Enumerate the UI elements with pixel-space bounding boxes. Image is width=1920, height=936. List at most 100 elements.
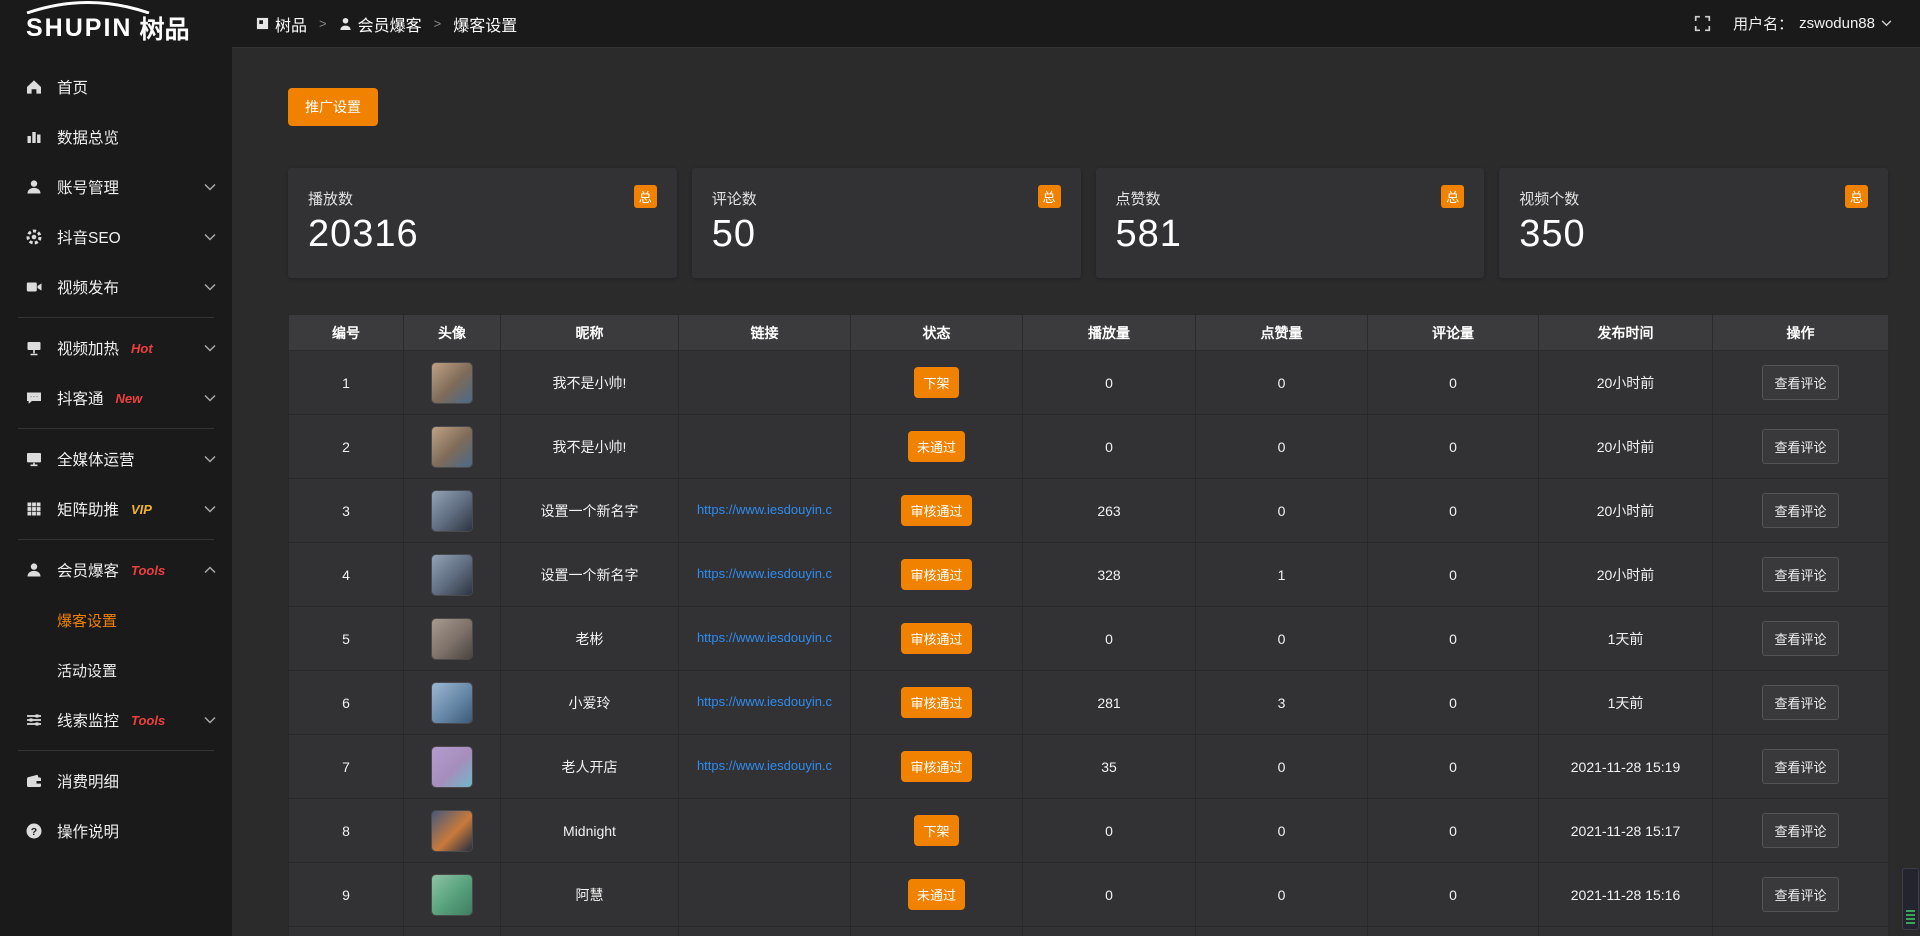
table-row: 3 设置一个新名字 https://www.iesdouyin.c 审核通过 2… (289, 479, 1889, 543)
breadcrumb-separator: > (434, 16, 442, 31)
cell-plays: 0 (1023, 863, 1196, 927)
cell-link (679, 799, 851, 863)
status-badge[interactable]: 未通过 (908, 879, 965, 910)
cell-action: 查看评论 (1713, 415, 1889, 479)
cell-time: 20小时前 (1539, 351, 1713, 415)
username: zswodun88 (1799, 15, 1875, 32)
stat-card: 评论数 总 50 (692, 168, 1081, 278)
cell-action: 查看评论 (1713, 351, 1889, 415)
video-link[interactable]: https://www.iesdouyin.c (697, 758, 832, 773)
view-comments-button[interactable]: 查看评论 (1762, 365, 1838, 400)
column-header: 评论量 (1368, 315, 1539, 351)
gear-icon (24, 227, 44, 247)
cell-id: 8 (289, 799, 404, 863)
status-badge[interactable]: 审核通过 (901, 559, 971, 590)
sidebar-item[interactable]: 数据总览 (0, 112, 232, 162)
view-comments-button[interactable]: 查看评论 (1762, 813, 1838, 848)
cell-nickname: 我不是小帅! (501, 351, 679, 415)
cell-likes: 3 (1196, 671, 1368, 735)
chevron-down-icon (204, 344, 216, 352)
cell-likes: 1 (1196, 543, 1368, 607)
sidebar-item[interactable]: 首页 (0, 62, 232, 112)
breadcrumb-item[interactable]: 树品 (256, 12, 307, 36)
cell-plays: 263 (1023, 479, 1196, 543)
sidebar-divider (18, 317, 214, 318)
apps-icon (256, 17, 269, 30)
cell-nickname: 小爱玲 (501, 671, 679, 735)
view-comments-button[interactable]: 查看评论 (1762, 877, 1838, 912)
cell-comments: 0 (1368, 799, 1539, 863)
sidebar-item[interactable]: 账号管理 (0, 162, 232, 212)
sidebar-item[interactable]: 会员爆客 Tools (0, 545, 232, 595)
table-row: 2 我不是小帅! 未通过 0 0 0 20小时前 查看评论 (289, 415, 1889, 479)
cell-id: 7 (289, 735, 404, 799)
widget-bar (1906, 914, 1915, 916)
user-menu[interactable]: 用户名：zswodun88 (1733, 13, 1892, 34)
sidebar-subitem[interactable]: 活动设置 (0, 645, 232, 695)
sidebar-item-label: 矩阵助推 (57, 498, 119, 520)
promo-settings-button[interactable]: 推广设置 (288, 88, 378, 126)
cell-status: 审核通过 (851, 479, 1023, 543)
status-badge[interactable]: 审核通过 (901, 751, 971, 782)
sidebar-divider (18, 428, 214, 429)
chevron-down-icon (204, 505, 216, 513)
breadcrumb-label: 爆客设置 (453, 12, 517, 36)
cell-status (851, 927, 1023, 936)
status-badge[interactable]: 未通过 (908, 431, 965, 462)
sidebar-subitem[interactable]: 爆客设置 (0, 595, 232, 645)
stat-value: 581 (1116, 213, 1465, 256)
app-logo[interactable]: SHUPIN 树品 (0, 0, 232, 48)
sidebar-item[interactable]: 全媒体运营 (0, 434, 232, 484)
sidebar-item[interactable]: 消费明细 (0, 756, 232, 806)
view-comments-button[interactable]: 查看评论 (1762, 621, 1838, 656)
status-badge[interactable]: 审核通过 (901, 495, 971, 526)
status-badge[interactable]: 审核通过 (901, 687, 971, 718)
video-link[interactable]: https://www.iesdouyin.c (697, 630, 832, 645)
cell-id: 5 (289, 607, 404, 671)
breadcrumb-item[interactable]: 会员爆客 (339, 12, 422, 36)
cell-plays: 35 (1023, 735, 1196, 799)
fullscreen-icon[interactable] (1694, 15, 1711, 32)
status-badge[interactable]: 审核通过 (901, 623, 971, 654)
videos-table: 编号头像昵称链接状态播放量点赞量评论量发布时间操作 1 我不是小帅! 下架 0 … (288, 314, 1889, 936)
sidebar-divider (18, 750, 214, 751)
stat-value: 20316 (308, 213, 657, 256)
cell-avatar (404, 735, 501, 799)
cell-plays: 328 (1023, 543, 1196, 607)
main-content: 推广设置 播放数 总 20316 评论数 总 50 点赞数 总 581 视频个数… (232, 0, 1920, 936)
monitor-icon (24, 449, 44, 469)
sidebar-item[interactable]: 线索监控 Tools (0, 695, 232, 745)
sidebar-item-label: 线索监控 (57, 709, 119, 731)
sidebar-item[interactable]: ? 操作说明 (0, 806, 232, 856)
view-comments-button[interactable]: 查看评论 (1762, 429, 1838, 464)
view-comments-button[interactable]: 查看评论 (1762, 685, 1838, 720)
sidebar-item[interactable]: 矩阵助推 VIP (0, 484, 232, 534)
floating-widget[interactable] (1902, 868, 1919, 930)
cell-nickname: 老彬 (501, 607, 679, 671)
stat-label: 视频个数 (1519, 185, 1579, 209)
view-comments-button[interactable]: 查看评论 (1762, 493, 1838, 528)
cell-action (1713, 927, 1889, 936)
status-badge[interactable]: 下架 (914, 815, 958, 846)
cell-time: 20小时前 (1539, 543, 1713, 607)
cell-time: 1天前 (1539, 607, 1713, 671)
view-comments-button[interactable]: 查看评论 (1762, 749, 1838, 784)
status-badge[interactable]: 下架 (914, 367, 958, 398)
sidebar-item[interactable]: 视频加热 Hot (0, 323, 232, 373)
cell-status: 审核通过 (851, 607, 1023, 671)
cell-comments: 0 (1368, 735, 1539, 799)
view-comments-button[interactable]: 查看评论 (1762, 557, 1838, 592)
sidebar-item[interactable]: 视频发布 (0, 262, 232, 312)
cell-id: 6 (289, 671, 404, 735)
video-link[interactable]: https://www.iesdouyin.c (697, 502, 832, 517)
video-link[interactable]: https://www.iesdouyin.c (697, 694, 832, 709)
cell-nickname: 设置一个新名字 (501, 479, 679, 543)
stat-value: 50 (712, 213, 1061, 256)
video-link[interactable]: https://www.iesdouyin.c (697, 566, 832, 581)
stat-label: 点赞数 (1116, 185, 1161, 209)
sidebar-item[interactable]: 抖客通 New (0, 373, 232, 423)
sidebar-item[interactable]: 抖音SEO (0, 212, 232, 262)
chevron-up-icon (204, 566, 216, 574)
table-row: 8 Midnight 下架 0 0 0 2021-11-28 15:17 查看评… (289, 799, 1889, 863)
breadcrumb-item[interactable]: 爆客设置 (453, 12, 517, 36)
